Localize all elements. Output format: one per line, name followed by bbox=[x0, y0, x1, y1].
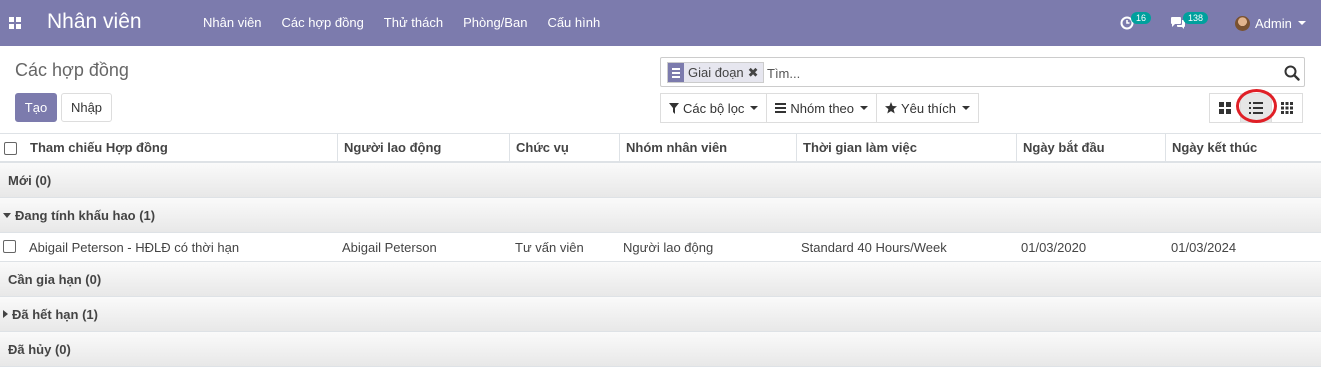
user-name: Admin bbox=[1255, 15, 1292, 31]
chevron-down-icon bbox=[860, 106, 869, 110]
group-row-expired[interactable]: Đã hết hạn (1) bbox=[0, 297, 1321, 332]
group-label: Đang tính khấu hao (1) bbox=[15, 208, 156, 223]
select-all-checkbox[interactable] bbox=[4, 142, 17, 155]
main-navbar: Nhân viên Nhân viên Các hợp đồng Thử thá… bbox=[0, 0, 1321, 46]
apps-menu-icon[interactable] bbox=[9, 17, 21, 29]
filter-icon bbox=[669, 102, 679, 114]
table-row[interactable]: Abigail Peterson - HĐLĐ có thời hạn Abig… bbox=[0, 233, 1321, 262]
groupby-label: Nhóm theo bbox=[790, 100, 855, 116]
search-icon[interactable] bbox=[1284, 65, 1300, 81]
app-title[interactable]: Nhân viên bbox=[47, 10, 142, 34]
groupby-dropdown[interactable]: Nhóm theo bbox=[766, 93, 878, 123]
cell-employee: Abigail Peterson bbox=[342, 240, 437, 255]
main-menu: Nhân viên Các hợp đồng Thử thách Phòng/B… bbox=[193, 0, 610, 46]
breadcrumb: Các hợp đồng bbox=[15, 60, 129, 80]
bars-icon bbox=[775, 103, 787, 113]
menu-item-contracts[interactable]: Các hợp đồng bbox=[272, 0, 374, 46]
chevron-down-icon bbox=[1297, 21, 1306, 25]
group-row-cancelled[interactable]: Đã hủy (0) bbox=[0, 332, 1321, 367]
column-header-working-schedule[interactable]: Thời gian làm việc bbox=[796, 134, 1016, 162]
group-label: Cần gia hạn (0) bbox=[8, 272, 102, 287]
column-header-contract-reference[interactable]: Tham chiếu Hợp đồng bbox=[24, 134, 340, 162]
messaging-menu[interactable]: 138 bbox=[1170, 0, 1209, 46]
cell-start-date: 01/03/2020 bbox=[1021, 240, 1087, 255]
highlight-circle bbox=[1236, 89, 1277, 123]
activity-count-badge: 16 bbox=[1131, 12, 1152, 24]
message-count-badge: 138 bbox=[1183, 12, 1209, 24]
menu-item-configuration[interactable]: Cấu hình bbox=[537, 0, 610, 46]
cell-contract-reference: Abigail Peterson - HĐLĐ có thời hạn bbox=[29, 240, 240, 255]
filters-label: Các bộ lọc bbox=[683, 100, 745, 116]
chevron-down-icon bbox=[961, 106, 970, 110]
filters-dropdown[interactable]: Các bộ lọc bbox=[660, 93, 768, 123]
group-row-running[interactable]: Đang tính khấu hao (1) bbox=[0, 198, 1321, 233]
cell-working-schedule: Standard 40 Hours/Week bbox=[801, 240, 947, 255]
user-menu[interactable]: Admin bbox=[1235, 0, 1306, 46]
chevron-down-icon bbox=[750, 106, 759, 110]
avatar bbox=[1235, 15, 1250, 31]
group-row-to-renew[interactable]: Cần gia hạn (0) bbox=[0, 262, 1321, 297]
column-header-job-position[interactable]: Chức vụ bbox=[509, 134, 619, 162]
menu-item-challenges[interactable]: Thử thách bbox=[374, 0, 453, 46]
cell-end-date: 01/03/2024 bbox=[1171, 240, 1237, 255]
menu-item-departments[interactable]: Phòng/Ban bbox=[453, 0, 537, 46]
search-options: Các bộ lọc Nhóm theo Yêu thích bbox=[660, 93, 979, 123]
import-button[interactable]: Nhập bbox=[61, 93, 112, 122]
facet-label: Giai đoạn bbox=[688, 65, 744, 80]
search-input[interactable] bbox=[767, 63, 1267, 83]
column-header-employee[interactable]: Người lao động bbox=[337, 134, 509, 162]
group-by-icon bbox=[668, 63, 684, 82]
search-facet: Giai đoạn ✖ bbox=[667, 62, 764, 83]
create-button[interactable]: Tạo bbox=[15, 93, 57, 122]
caret-down-icon bbox=[3, 213, 11, 218]
star-icon bbox=[885, 102, 898, 114]
cell-employee-group: Người lao động bbox=[623, 240, 714, 255]
favorites-dropdown[interactable]: Yêu thích bbox=[876, 93, 979, 123]
group-label: Đã hết hạn (1) bbox=[12, 307, 98, 322]
group-label: Mới (0) bbox=[8, 173, 52, 188]
column-header-start-date[interactable]: Ngày bắt đầu bbox=[1016, 134, 1165, 162]
column-header-employee-group[interactable]: Nhóm nhân viên bbox=[619, 134, 796, 162]
activity-menu[interactable]: 16 bbox=[1120, 0, 1152, 46]
menu-item-employees[interactable]: Nhân viên bbox=[193, 0, 272, 46]
column-header-end-date[interactable]: Ngày kết thúc bbox=[1165, 134, 1321, 162]
table-header: Tham chiếu Hợp đồng Người lao động Chức … bbox=[0, 133, 1321, 163]
row-checkbox[interactable] bbox=[3, 240, 16, 253]
favorites-label: Yêu thích bbox=[901, 100, 956, 116]
contracts-table: Tham chiếu Hợp đồng Người lao động Chức … bbox=[0, 133, 1321, 367]
cell-job-position: Tư vấn viên bbox=[515, 240, 584, 255]
search-bar: Giai đoạn ✖ bbox=[660, 57, 1305, 87]
grid-icon bbox=[1281, 102, 1293, 114]
group-row-new[interactable]: Mới (0) bbox=[0, 163, 1321, 198]
facet-remove-icon[interactable]: ✖ bbox=[748, 63, 763, 82]
group-label: Đã hủy (0) bbox=[8, 342, 71, 357]
caret-right-icon bbox=[3, 310, 8, 318]
kanban-icon bbox=[1219, 102, 1231, 114]
